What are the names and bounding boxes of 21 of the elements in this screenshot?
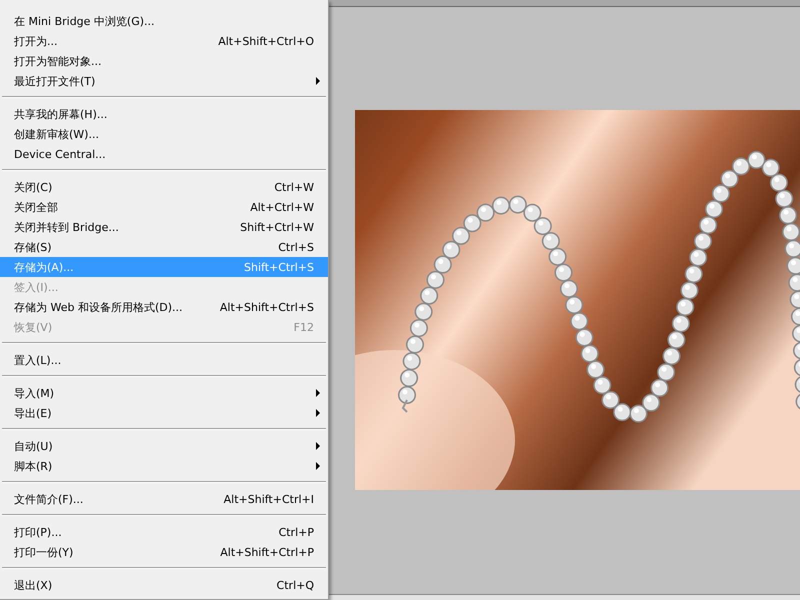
menu-item[interactable]: 最近打开文件(T) — [0, 71, 328, 91]
menu-item[interactable]: 打开为智能对象... — [0, 51, 328, 71]
menu-item[interactable]: 退出(X) Ctrl+Q — [0, 575, 328, 595]
menu-item[interactable]: 打开为... Alt+Shift+Ctrl+O — [0, 31, 328, 51]
menu-item[interactable]: 脚本(R) — [0, 456, 328, 476]
menu-item[interactable]: 导入(M) — [0, 383, 328, 403]
menu-item[interactable]: Device Central... — [0, 144, 328, 164]
menu-item[interactable]: 自动(U) — [0, 436, 328, 456]
menu-item[interactable]: 导出(E) — [0, 403, 328, 423]
menu-item[interactable]: 关闭(C) Ctrl+W — [0, 177, 328, 197]
menu-item[interactable]: 关闭全部 Alt+Ctrl+W — [0, 197, 328, 217]
menu-item[interactable]: 共享我的屏幕(H)... — [0, 104, 328, 124]
menu-item[interactable]: 存储(S) Ctrl+S — [0, 237, 328, 257]
menu-item[interactable]: 创建新审核(W)... — [0, 124, 328, 144]
menu-item[interactable]: 打印(P)... Ctrl+P — [0, 522, 328, 542]
menu-item[interactable]: 置入(L)... — [0, 350, 328, 370]
menu-item[interactable]: 存储为 Web 和设备所用格式(D)... Alt+Shift+Ctrl+S — [0, 297, 328, 317]
menu-item[interactable]: 关闭并转到 Bridge... Shift+Ctrl+W — [0, 217, 328, 237]
menu-item[interactable]: 文件简介(F)... Alt+Shift+Ctrl+I — [0, 489, 328, 509]
menu-item[interactable]: 打印一份(Y) Alt+Shift+Ctrl+P — [0, 542, 328, 562]
menu-item[interactable]: 在 Mini Bridge 中浏览(G)... — [0, 11, 328, 31]
